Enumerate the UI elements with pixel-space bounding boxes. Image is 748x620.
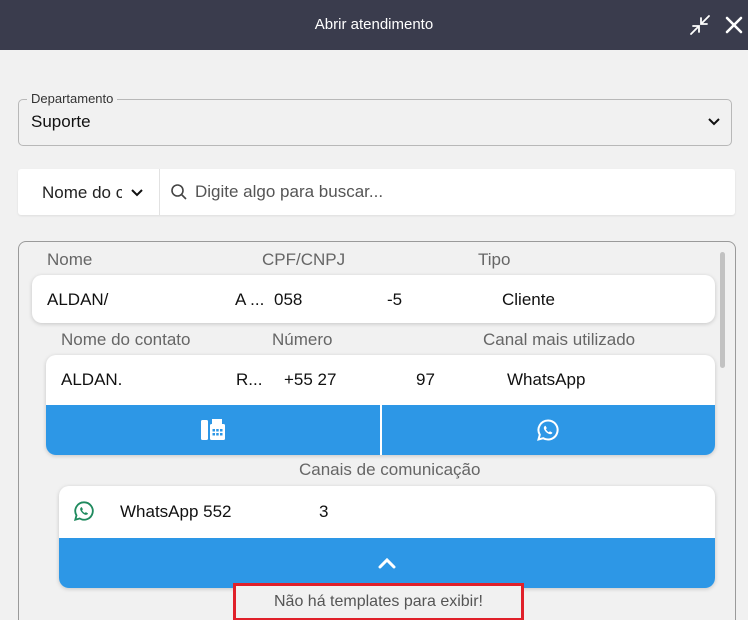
search-input[interactable] — [195, 179, 715, 205]
contact-channel: WhatsApp — [507, 370, 586, 389]
search-bar: Nome do c — [18, 169, 735, 215]
results-scrollbar[interactable] — [720, 252, 725, 368]
department-value: Suporte — [31, 112, 91, 131]
phone-action-button[interactable] — [46, 405, 380, 455]
header-cpf-cnpj: CPF/CNPJ — [262, 250, 346, 269]
contact-number: +55 27 — [284, 370, 337, 389]
phone-fax-icon — [200, 419, 225, 440]
contact-actions — [46, 405, 715, 455]
header-numero: Número — [272, 330, 333, 349]
close-icon — [725, 16, 743, 34]
channel-label: WhatsApp 552 — [120, 502, 232, 521]
chevron-down-icon — [708, 118, 720, 126]
close-button[interactable] — [720, 11, 748, 39]
contact-number-tail: 97 — [416, 370, 435, 389]
channel-label-tail: 3 — [319, 502, 329, 521]
minimize-button[interactable] — [686, 11, 714, 39]
whatsapp-icon — [537, 419, 559, 441]
department-select[interactable]: Departamento Suporte — [18, 91, 732, 146]
header-nome-contato: Nome do contato — [61, 330, 191, 349]
header-canal: Canal mais utilizado — [483, 330, 636, 349]
department-label: Departamento — [27, 91, 118, 106]
title-bar: Abrir atendimento — [0, 0, 748, 50]
search-icon — [171, 184, 187, 200]
contact-row[interactable]: ALDAN. R... +55 27 97 WhatsApp — [46, 355, 715, 455]
header-tipo: Tipo — [478, 250, 511, 269]
contact-name: ALDAN. — [61, 370, 123, 389]
header-nome: Nome — [47, 250, 93, 269]
window-title: Abrir atendimento — [314, 16, 434, 33]
client-document-tail: -5 — [387, 290, 403, 309]
channel-item[interactable]: WhatsApp 552 3 — [59, 486, 715, 588]
client-name-tail: A ... — [235, 290, 265, 309]
search-field-value: Nome do c — [42, 183, 122, 202]
whatsapp-action-button[interactable] — [379, 405, 716, 455]
search-field-select[interactable]: Nome do c — [18, 169, 160, 215]
minimize-arrows-icon — [690, 15, 710, 35]
whatsapp-icon — [73, 501, 94, 522]
contact-name-tail: R... — [236, 370, 263, 389]
client-document: 058 — [274, 290, 303, 309]
chevron-down-icon — [131, 189, 143, 197]
collapse-templates-button[interactable] — [59, 538, 715, 588]
client-row[interactable]: ALDAN/ A ... 058 -5 Cliente — [32, 275, 715, 323]
empty-templates-text: Não há templates para exibir! — [274, 593, 483, 610]
empty-templates-message: Não há templates para exibir! — [233, 583, 524, 620]
client-type: Cliente — [502, 290, 555, 309]
channels-title: Canais de comunicação — [299, 460, 481, 479]
chevron-up-icon — [378, 557, 396, 569]
client-name: ALDAN/ — [47, 290, 109, 309]
